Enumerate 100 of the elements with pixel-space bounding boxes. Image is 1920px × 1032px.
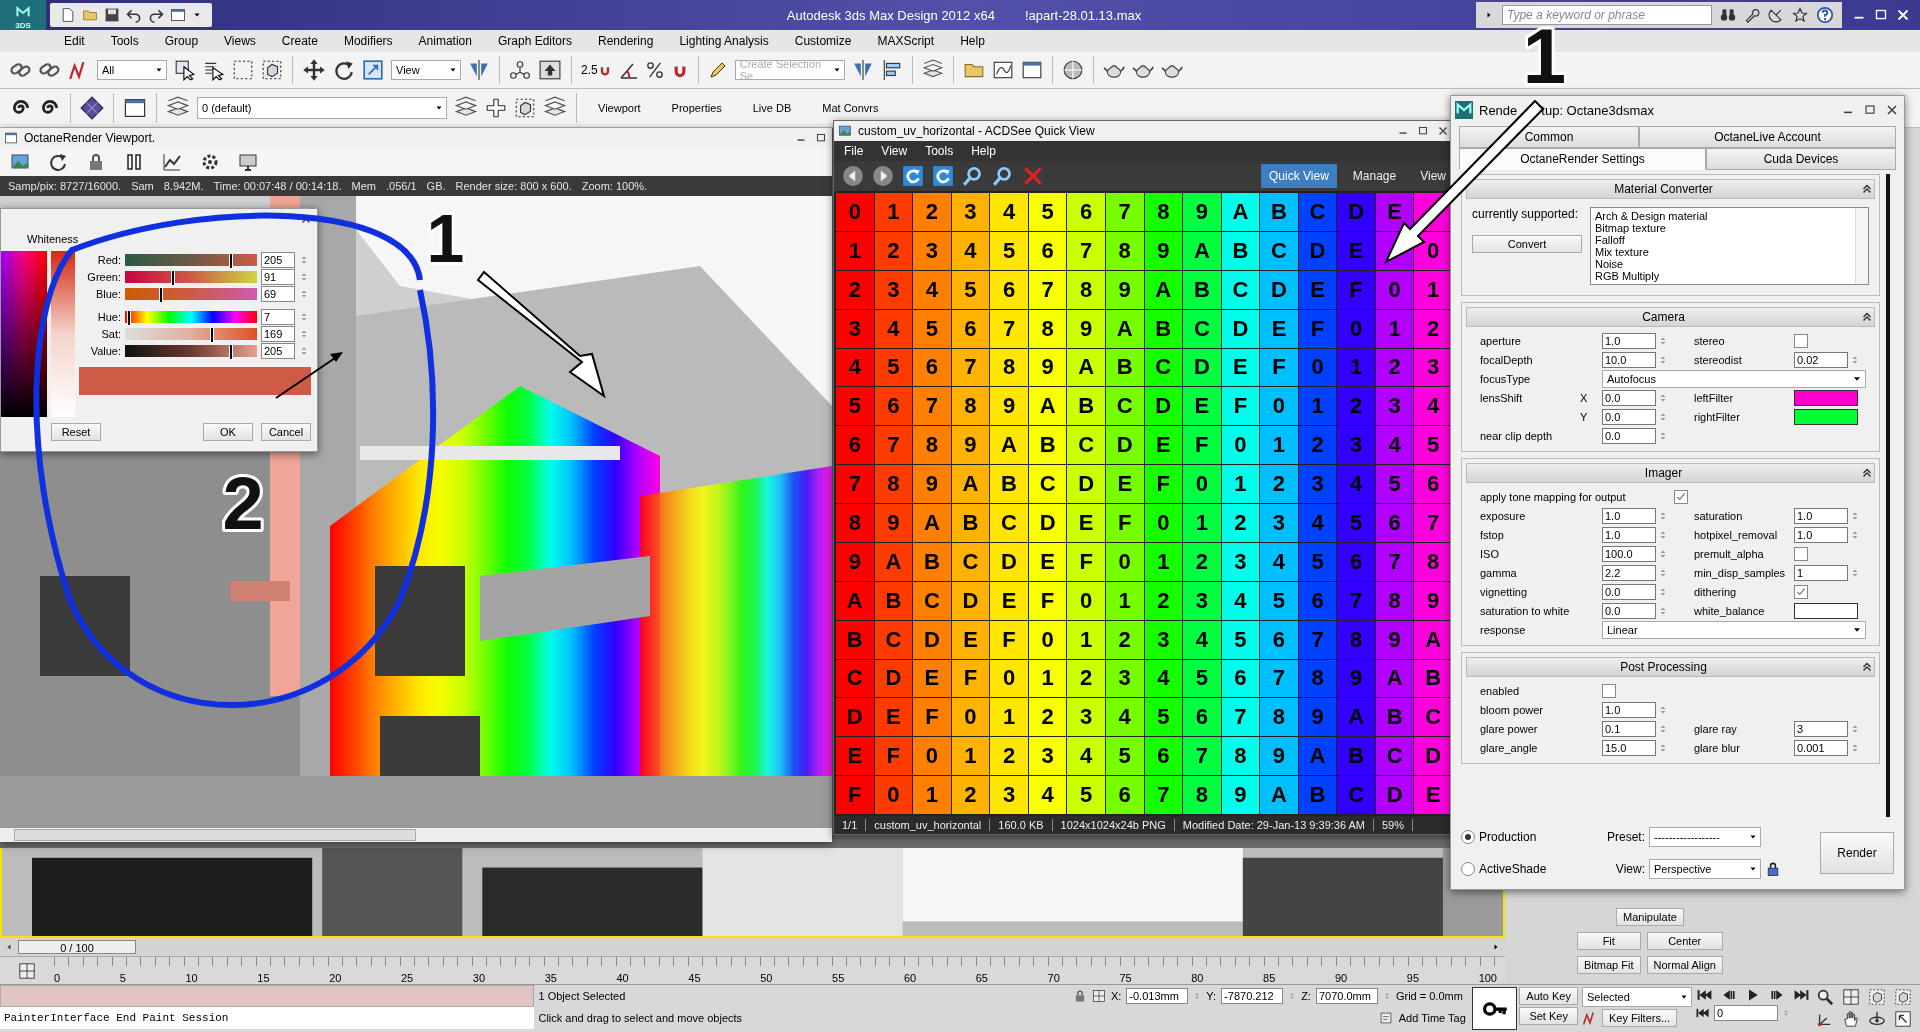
redo-icon[interactable] — [148, 7, 164, 23]
save-icon[interactable] — [104, 7, 120, 23]
picture-icon[interactable] — [10, 152, 30, 172]
menu-item[interactable]: View — [881, 144, 908, 158]
grid-diamond-icon[interactable] — [80, 96, 104, 120]
spinner-field[interactable]: 0.0 — [1602, 583, 1656, 600]
color-slider[interactable] — [125, 287, 257, 300]
render-mode-radio[interactable]: Production — [1461, 830, 1581, 844]
spinner-field[interactable]: 0.0 — [1602, 408, 1656, 425]
panel-button[interactable]: Live DB — [740, 98, 804, 118]
maxscript-listener-field[interactable] — [0, 985, 535, 1007]
satellite-dish-icon[interactable] — [1768, 7, 1784, 23]
spinner-field[interactable]: 15.0 — [1602, 739, 1656, 756]
pencil-icon[interactable] — [707, 60, 728, 80]
app-icon[interactable] — [1455, 101, 1473, 119]
list-item[interactable]: Bitmap texture — [1595, 222, 1851, 234]
spinner-field[interactable]: 0.0 — [1602, 602, 1656, 619]
spinner-field[interactable]: 0.02 — [1794, 351, 1848, 368]
dropdown[interactable]: Linear — [1602, 620, 1866, 639]
settings-tab[interactable]: OctaneLive Account — [1639, 126, 1896, 148]
panel-button[interactable]: Properties — [659, 98, 734, 118]
rotate-left-icon[interactable] — [902, 165, 924, 187]
scrollbar[interactable] — [1855, 208, 1868, 284]
dialog-button[interactable]: OK — [203, 423, 253, 441]
star-icon[interactable] — [1792, 7, 1808, 23]
menu-item[interactable]: Modifiers — [329, 34, 405, 48]
menu-item[interactable]: Edit — [50, 34, 97, 48]
value-field[interactable]: 91 — [261, 268, 295, 285]
cube-icon[interactable] — [514, 97, 536, 119]
schematic-icon[interactable] — [1020, 59, 1043, 81]
convert-button[interactable]: Convert — [1472, 235, 1582, 253]
delete-icon[interactable] — [1022, 165, 1044, 187]
percent-snap-icon[interactable] — [645, 61, 664, 79]
menu-item[interactable]: Graph Editors — [483, 34, 584, 48]
plus-icon[interactable] — [485, 97, 507, 119]
layer-dropdown[interactable]: 0 (default) — [197, 97, 447, 119]
gear-icon[interactable] — [200, 152, 220, 172]
rotate-right-icon[interactable] — [932, 165, 954, 187]
color-slider[interactable] — [125, 270, 257, 283]
zoom-all-icon[interactable] — [1842, 988, 1860, 1006]
time-tag-button[interactable]: Add Time Tag — [1398, 1012, 1466, 1024]
checkbox[interactable] — [1794, 546, 1808, 561]
checkbox[interactable] — [1794, 333, 1808, 348]
list-item[interactable]: Noise — [1595, 258, 1851, 270]
color-swatch[interactable] — [1794, 389, 1858, 406]
menu-item[interactable]: Lighting Analysis — [665, 34, 781, 48]
orbit-icon[interactable] — [1868, 1009, 1886, 1028]
spinner-field[interactable]: 1.0 — [1794, 526, 1848, 543]
scrollbar-thumb[interactable] — [14, 829, 416, 841]
undo-icon[interactable] — [126, 7, 142, 23]
chart-icon[interactable] — [162, 152, 182, 172]
menu-item[interactable]: Customize — [780, 34, 864, 48]
value-field[interactable]: 69 — [261, 285, 295, 302]
coordinate-field[interactable]: -0.013mm — [1126, 988, 1189, 1004]
spinner-field[interactable]: 0.1 — [1602, 720, 1656, 737]
select-object-icon[interactable] — [174, 59, 196, 81]
checkbox[interactable] — [1674, 489, 1688, 504]
panel-button[interactable]: Mat Convrs — [810, 98, 891, 118]
monitor-icon[interactable] — [238, 152, 258, 172]
forward-icon[interactable] — [872, 165, 894, 187]
command-button[interactable]: Bitmap Fit — [1577, 956, 1641, 974]
move-icon[interactable] — [302, 58, 326, 82]
spinner-field[interactable]: 3 — [1794, 720, 1848, 737]
snap-toggle[interactable]: 2.5 — [581, 63, 612, 77]
mode-tab[interactable]: Quick View — [1261, 164, 1337, 188]
menu-item[interactable]: Help — [946, 34, 997, 48]
new-file-icon[interactable] — [60, 7, 76, 23]
spinner-field[interactable]: 0.001 — [1794, 739, 1848, 756]
node-icon[interactable] — [509, 59, 531, 81]
zoom-in-icon[interactable] — [962, 165, 984, 187]
color-slider[interactable] — [125, 327, 257, 340]
binoculars-icon[interactable] — [1720, 7, 1736, 23]
reference-coordinate-dropdown[interactable]: View — [391, 60, 461, 80]
curve-editor-icon[interactable] — [991, 59, 1014, 81]
whiteness-bar[interactable] — [51, 251, 75, 417]
app-icon[interactable] — [838, 124, 852, 138]
menu-item[interactable]: Group — [150, 34, 211, 48]
menu-item[interactable]: Create — [267, 34, 330, 48]
zoom-out-icon[interactable] — [992, 165, 1014, 187]
list-item[interactable]: Mix texture — [1595, 246, 1851, 258]
wrench-icon[interactable] — [1744, 7, 1760, 23]
back-icon[interactable] — [842, 165, 864, 187]
spinner-field[interactable]: 1.0 — [1602, 332, 1656, 349]
menu-item[interactable]: Animation — [404, 34, 484, 48]
view-dropdown[interactable]: Perspective — [1649, 859, 1761, 879]
rollout-header[interactable]: Camera — [1466, 307, 1875, 327]
spinner-field[interactable]: 0.0 — [1602, 389, 1656, 406]
settings-tab[interactable]: OctaneRender Settings — [1459, 148, 1706, 170]
window-icon[interactable] — [123, 96, 147, 120]
time-tag-icon[interactable] — [1378, 1011, 1393, 1025]
app-icon[interactable] — [4, 131, 18, 145]
pause-icon[interactable] — [124, 152, 144, 172]
refresh-icon[interactable] — [48, 152, 68, 172]
spinner-field[interactable]: 1.0 — [1602, 701, 1656, 718]
preset-dropdown[interactable]: ------------------ — [1649, 827, 1761, 847]
rollout-header[interactable]: Post Processing — [1466, 657, 1875, 677]
spinner-field[interactable]: 1.0 — [1602, 507, 1656, 524]
key-button[interactable] — [1471, 987, 1518, 1030]
color-slider[interactable] — [125, 310, 257, 323]
color-slider[interactable] — [125, 344, 257, 357]
